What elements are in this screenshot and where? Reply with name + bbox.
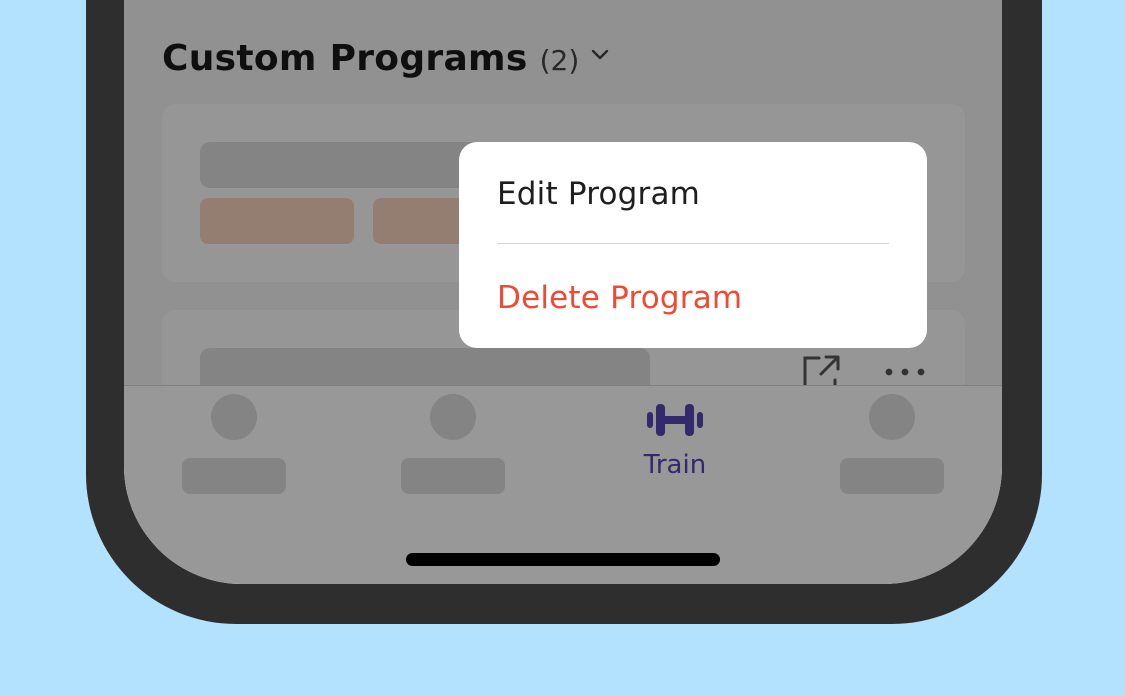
context-menu: Edit Program Delete Program <box>459 142 927 348</box>
app-screen: Custom Programs (2) Train Edit Program D… <box>124 0 1002 584</box>
edit-program-option[interactable]: Edit Program <box>497 176 700 212</box>
delete-program-option[interactable]: Delete Program <box>497 280 742 316</box>
menu-divider <box>497 243 889 244</box>
